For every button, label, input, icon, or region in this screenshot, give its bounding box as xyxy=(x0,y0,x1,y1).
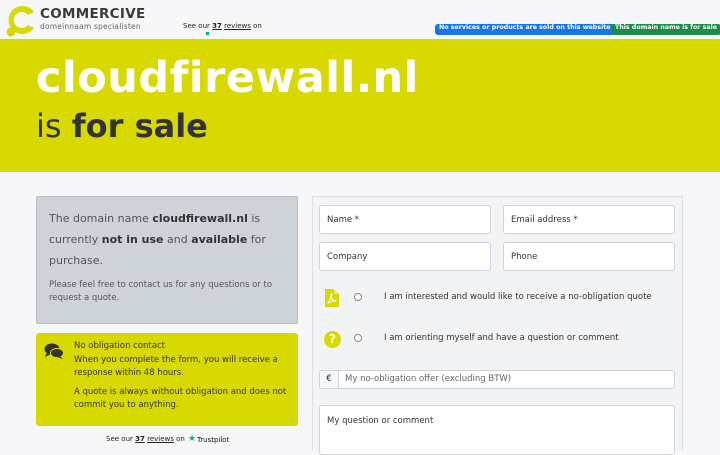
domain-info-card: The domain name cloudfirewall.nl is curr… xyxy=(36,196,298,324)
bottom-reviews-suffix: on xyxy=(176,435,185,443)
top-bar: COMMERCIVE domeinnaam specialisten See o… xyxy=(0,0,720,39)
brand-tagline: domeinnaam specialisten xyxy=(40,22,141,31)
name-input[interactable]: Name * xyxy=(319,205,491,234)
brand-name[interactable]: COMMERCIVE xyxy=(40,6,145,22)
reviews-prefix: See our xyxy=(183,22,210,30)
chat-icon xyxy=(44,343,64,359)
hero-domain-title: cloudfirewall.nl xyxy=(36,53,419,103)
bottom-reviews-text: See our 37 reviews on xyxy=(106,435,185,443)
info-help-text: Please feel free to contact us for any q… xyxy=(49,280,273,303)
hero-subtitle: is for sale xyxy=(36,107,208,145)
hero-banner: cloudfirewall.nl is for sale xyxy=(0,39,720,172)
question-option-label[interactable]: I am orienting myself and have a questio… xyxy=(384,333,619,343)
contact-card-quote-note: A quote is always without obligation and… xyxy=(74,387,287,410)
contact-card-response: When you complete the form, you will rec… xyxy=(74,355,278,378)
no-obligation-card: No obligation contact When you complete … xyxy=(36,333,298,426)
domain-status-text: The domain name cloudfirewall.nl is curr… xyxy=(49,208,293,271)
phone-placeholder: Phone xyxy=(511,251,538,262)
reviews-suffix: on xyxy=(253,22,262,30)
reviews-link[interactable]: reviews xyxy=(224,22,251,30)
question-radio[interactable] xyxy=(354,334,362,342)
comment-placeholder: My question or comment xyxy=(327,416,434,426)
contact-card-title: No obligation contact xyxy=(74,341,165,351)
for-sale-badge: This domain name is for sale xyxy=(611,24,720,35)
currency-addon: € xyxy=(320,371,339,388)
bottom-reviews-link[interactable]: reviews xyxy=(147,435,174,443)
quote-radio[interactable] xyxy=(354,293,362,301)
no-sales-badge: No services or products are sold on this… xyxy=(435,24,617,35)
info-available: available xyxy=(191,233,248,246)
hero-subtitle-prefix: is xyxy=(36,107,62,145)
top-reviews-text: See our 37 reviews on xyxy=(183,22,262,30)
comment-textarea[interactable]: My question or comment xyxy=(319,405,675,455)
info-text-3: and xyxy=(163,233,192,246)
trustpilot-star-icon: ★ xyxy=(188,434,197,444)
info-text-1: The domain name xyxy=(49,212,153,225)
info-not-in-use: not in use xyxy=(101,233,164,246)
trustpilot-mini-icon xyxy=(206,32,209,35)
reviews-count-link[interactable]: 37 xyxy=(212,22,222,30)
name-placeholder: Name * xyxy=(327,214,360,225)
quote-option-label[interactable]: I am interested and would like to receiv… xyxy=(384,292,652,302)
company-placeholder: Company xyxy=(327,251,368,262)
offer-input-group: € My no-obligation offer (excluding BTW) xyxy=(319,370,675,389)
email-input[interactable]: Email address * xyxy=(503,205,675,234)
trustpilot-logo[interactable]: Trustpilot xyxy=(197,436,229,444)
question-icon: ? xyxy=(324,331,341,348)
hero-subtitle-bold: for sale xyxy=(71,107,208,145)
bottom-reviews-count-link[interactable]: 37 xyxy=(135,435,145,443)
company-input[interactable]: Company xyxy=(319,242,491,271)
info-domain: cloudfirewall.nl xyxy=(152,212,248,225)
pdf-icon xyxy=(325,289,339,307)
phone-input[interactable]: Phone xyxy=(503,242,675,271)
bottom-reviews-prefix: See our xyxy=(106,435,133,443)
commercive-logo-icon[interactable] xyxy=(4,3,38,37)
email-placeholder: Email address * xyxy=(511,214,578,225)
offer-input[interactable]: My no-obligation offer (excluding BTW) xyxy=(345,374,511,384)
